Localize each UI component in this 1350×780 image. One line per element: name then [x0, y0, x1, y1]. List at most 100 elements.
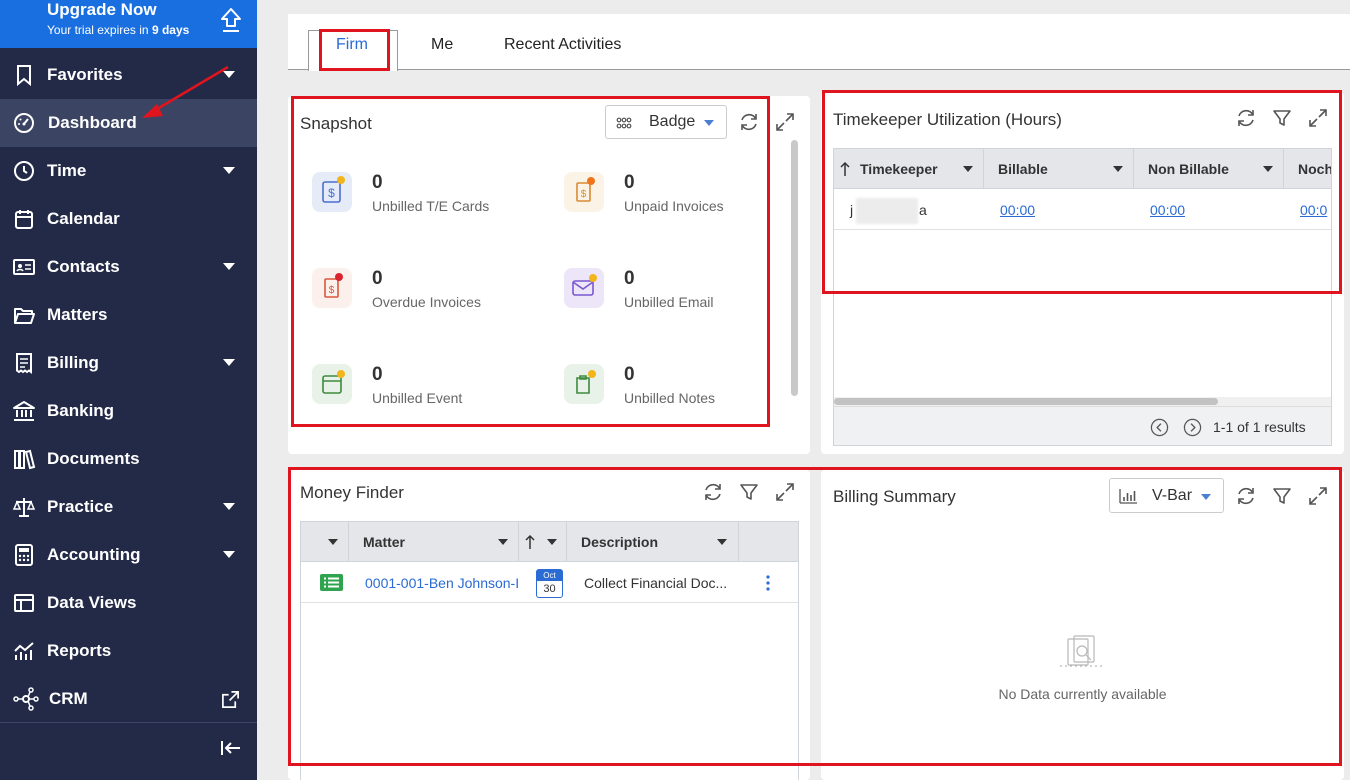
collapse-sidebar-icon[interactable]: [220, 738, 242, 758]
column-header-billable[interactable]: Billable: [984, 149, 1134, 189]
snapshot-item[interactable]: 0 Unbilled Email: [564, 268, 804, 328]
more-vertical-icon[interactable]: [765, 574, 771, 592]
chevron-down-icon[interactable]: [1113, 166, 1123, 172]
panel-title: Timekeeper Utilization (Hours): [833, 110, 1062, 129]
refresh-icon[interactable]: [1235, 485, 1257, 507]
chevron-down-icon[interactable]: [498, 539, 508, 545]
dashboard-tabs: Firm Me Recent Activities: [288, 14, 1350, 71]
chevron-down-icon[interactable]: [223, 263, 235, 270]
scales-icon: [12, 498, 36, 517]
sidebar-item-calendar[interactable]: Calendar: [0, 195, 257, 243]
snapshot-label: Unpaid Invoices: [624, 198, 724, 214]
empty-state-text: No Data currently available: [998, 686, 1167, 702]
snapshot-item[interactable]: $ 0 Unpaid Invoices: [564, 172, 804, 232]
column-header-matter[interactable]: Matter: [349, 522, 519, 562]
column-header-timekeeper[interactable]: Timekeeper: [834, 149, 984, 189]
filter-icon[interactable]: [738, 481, 760, 503]
date-month: Oct: [537, 570, 562, 581]
tab-recent-activities[interactable]: Recent Activities: [504, 36, 621, 54]
sidebar-item-label: Time: [47, 161, 87, 180]
sidebar-item-billing[interactable]: Billing: [0, 339, 257, 387]
chevron-down-icon[interactable]: [223, 71, 235, 78]
sidebar-item-banking[interactable]: Banking: [0, 387, 257, 435]
tab-me[interactable]: Me: [431, 36, 453, 54]
filter-icon[interactable]: [1271, 485, 1293, 507]
sidebar-item-reports[interactable]: Reports: [0, 627, 257, 675]
snapshot-label: Unbilled Notes: [624, 390, 716, 406]
expand-icon[interactable]: [1307, 107, 1329, 129]
timekeeper-name-end: a: [919, 202, 927, 218]
sidebar-item-time[interactable]: Time: [0, 147, 257, 195]
column-header-non-billable[interactable]: Non Billable: [1134, 149, 1284, 189]
column-header-nocharge[interactable]: Noch: [1284, 149, 1331, 189]
description-text: Collect Financial Doc...: [584, 575, 728, 591]
chevron-down-icon[interactable]: [963, 166, 973, 172]
sort-up-arrow-icon[interactable]: [525, 534, 535, 550]
non-billable-hours-link[interactable]: 00:00: [1150, 202, 1185, 218]
nocharge-hours-link[interactable]: 00:0: [1300, 202, 1327, 218]
external-link-icon[interactable]: [221, 690, 240, 709]
email-envelope-icon: [564, 268, 604, 308]
snapshot-item[interactable]: $ 0 Unbilled T/E Cards: [312, 172, 552, 232]
refresh-icon[interactable]: [738, 111, 760, 133]
refresh-icon[interactable]: [702, 481, 724, 503]
panel-title: Money Finder: [300, 483, 404, 502]
reports-chart-icon: [14, 642, 34, 660]
grid-pager: 1-1 of 1 results: [834, 406, 1331, 445]
tab-firm-label[interactable]: Firm: [336, 36, 368, 54]
column-header-description[interactable]: Description: [567, 522, 739, 562]
chevron-down-icon[interactable]: [1263, 166, 1273, 172]
sidebar-item-crm[interactable]: CRM: [0, 675, 257, 723]
grid-header: Matter Description: [301, 522, 798, 562]
calendar-icon: [15, 210, 33, 229]
calculator-icon: [15, 544, 33, 566]
timekeeper-name-start: j: [850, 202, 854, 218]
sidebar-item-data-views[interactable]: Data Views: [0, 579, 257, 627]
table-row[interactable]: 0001-001-Ben Johnson-I Oct 30 Collect Fi…: [301, 563, 798, 603]
chevron-down-icon[interactable]: [223, 359, 235, 366]
snapshot-item[interactable]: 0 Unbilled Notes: [564, 364, 804, 424]
chevron-down-icon[interactable]: [328, 539, 338, 545]
filter-icon[interactable]: [1271, 107, 1293, 129]
sidebar: Upgrade Now Your trial expires in 9 days…: [0, 0, 257, 780]
sidebar-item-documents[interactable]: Documents: [0, 435, 257, 483]
expand-icon[interactable]: [774, 111, 796, 133]
receipt-icon: [16, 353, 32, 374]
refresh-icon[interactable]: [1235, 107, 1257, 129]
chevron-down-icon[interactable]: [547, 539, 557, 545]
column-header-status[interactable]: [301, 522, 349, 562]
upgrade-banner[interactable]: Upgrade Now Your trial expires in 9 days: [0, 0, 257, 48]
contact-card-icon: [13, 259, 35, 275]
chevron-down-icon[interactable]: [223, 503, 235, 510]
table-row[interactable]: j a 00:00 00:00 00:0: [834, 190, 1331, 230]
expand-icon[interactable]: [1307, 485, 1329, 507]
sidebar-item-matters[interactable]: Matters: [0, 291, 257, 339]
snapshot-value: 0: [372, 172, 383, 193]
svg-text:$: $: [329, 285, 335, 296]
snapshot-panel: Snapshot Badge $ 0 Unbilled T/E Cards $ …: [288, 96, 810, 454]
upload-arrow-icon[interactable]: [219, 6, 243, 34]
snapshot-item[interactable]: 0 Unbilled Event: [312, 364, 552, 424]
sidebar-item-contacts[interactable]: Contacts: [0, 243, 257, 291]
horizontal-scrollbar[interactable]: [834, 398, 1218, 405]
notes-icon: [564, 364, 604, 404]
chevron-down-icon[interactable]: [223, 167, 235, 174]
sidebar-item-dashboard[interactable]: Dashboard: [0, 99, 257, 147]
svg-text:$: $: [581, 189, 587, 200]
snapshot-item[interactable]: $ 0 Overdue Invoices: [312, 268, 552, 328]
sidebar-item-favorites[interactable]: Favorites: [0, 51, 257, 99]
chevron-down-icon[interactable]: [717, 539, 727, 545]
chevron-down-icon[interactable]: [223, 551, 235, 558]
billable-hours-link[interactable]: 00:00: [1000, 202, 1035, 218]
chart-type-select[interactable]: V-Bar: [1109, 478, 1224, 513]
sidebar-item-practice[interactable]: Practice: [0, 483, 257, 531]
matter-link[interactable]: 0001-001-Ben Johnson-I: [365, 575, 521, 591]
dropdown-caret-icon: [1201, 494, 1211, 500]
sidebar-item-label: Banking: [47, 401, 115, 420]
previous-page-icon[interactable]: [1150, 418, 1169, 437]
sort-up-arrow-icon[interactable]: [840, 161, 850, 177]
sidebar-item-accounting[interactable]: Accounting: [0, 531, 257, 579]
expand-icon[interactable]: [774, 481, 796, 503]
view-select[interactable]: Badge: [605, 105, 727, 139]
next-page-icon[interactable]: [1183, 418, 1202, 437]
